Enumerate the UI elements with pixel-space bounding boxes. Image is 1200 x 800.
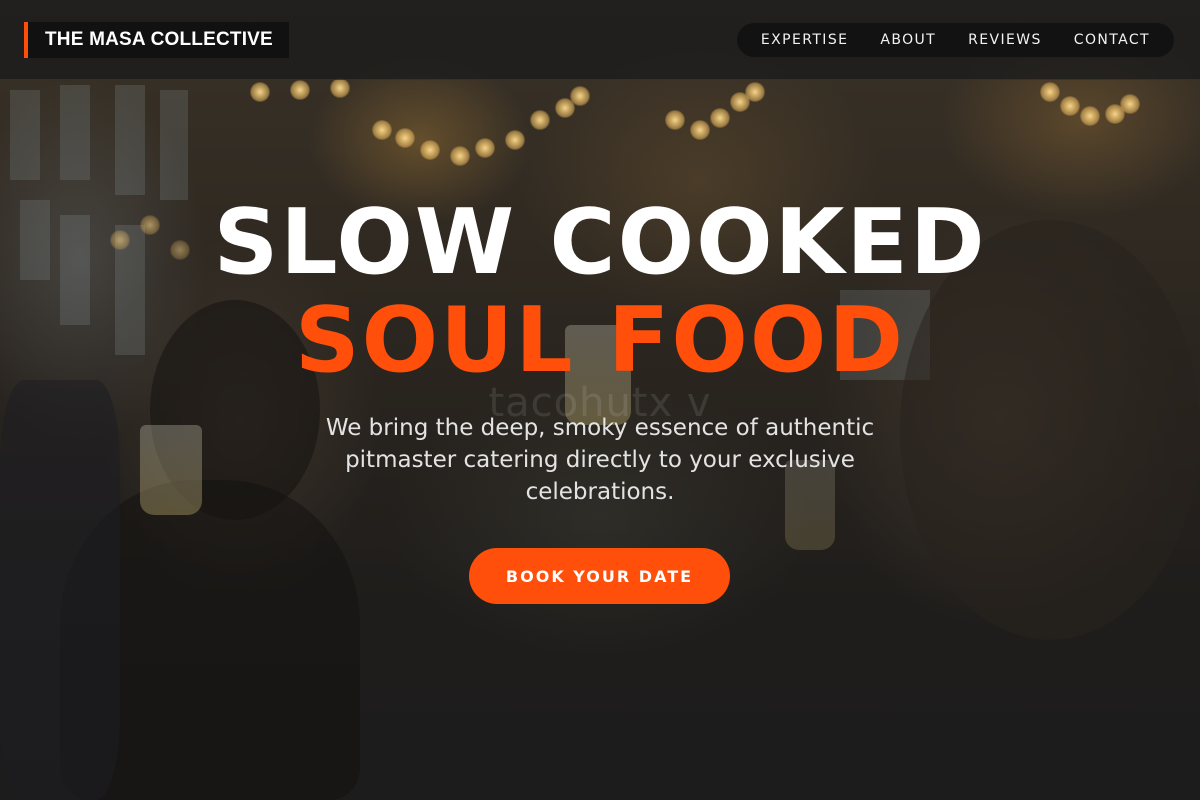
nav-link-about[interactable]: ABOUT <box>864 32 952 48</box>
book-your-date-button[interactable]: BOOK YOUR DATE <box>469 548 730 604</box>
main-nav: EXPERTISE ABOUT REVIEWS CONTACT <box>735 22 1175 58</box>
hero-section: THE MASA COLLECTIVE EXPERTISE ABOUT REVI… <box>0 0 1200 800</box>
nav-link-reviews[interactable]: REVIEWS <box>952 32 1058 48</box>
nav-link-expertise[interactable]: EXPERTISE <box>745 32 864 48</box>
site-header: THE MASA COLLECTIVE EXPERTISE ABOUT REVI… <box>0 0 1200 80</box>
hero-subtitle: We bring the deep, smoky essence of auth… <box>325 415 875 505</box>
brand-logo[interactable]: THE MASA COLLECTIVE <box>24 22 289 58</box>
nav-link-contact[interactable]: CONTACT <box>1058 32 1166 48</box>
hero-headline-line2: SOUL FOOD <box>294 288 906 393</box>
hero-headline-line1: SLOW COOKED <box>213 190 987 295</box>
